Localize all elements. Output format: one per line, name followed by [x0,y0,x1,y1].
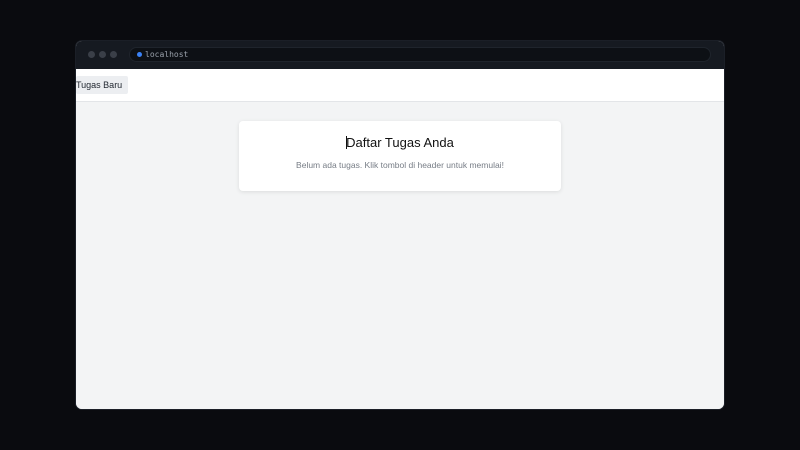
browser-window: localhost Tugas Baru Daftar Tugas Anda B… [76,41,724,409]
address-bar-url: localhost [145,50,189,59]
window-maximize-dot-icon[interactable] [110,51,117,58]
task-list-title: Daftar Tugas Anda [346,135,454,150]
connection-indicator-icon [137,52,142,57]
main-content: Daftar Tugas Anda Belum ada tugas. Klik … [76,102,724,409]
empty-state-message: Belum ada tugas. Klik tombol di header u… [296,160,504,170]
task-list-title-wrapper: Daftar Tugas Anda [239,135,561,151]
window-minimize-dot-icon[interactable] [99,51,106,58]
task-list-card: Daftar Tugas Anda Belum ada tugas. Klik … [239,121,561,191]
address-bar[interactable]: localhost [129,47,711,62]
window-close-dot-icon[interactable] [88,51,95,58]
new-task-button[interactable]: Tugas Baru [76,76,129,94]
app-header: Tugas Baru [76,69,724,102]
browser-toolbar: localhost [76,41,724,69]
